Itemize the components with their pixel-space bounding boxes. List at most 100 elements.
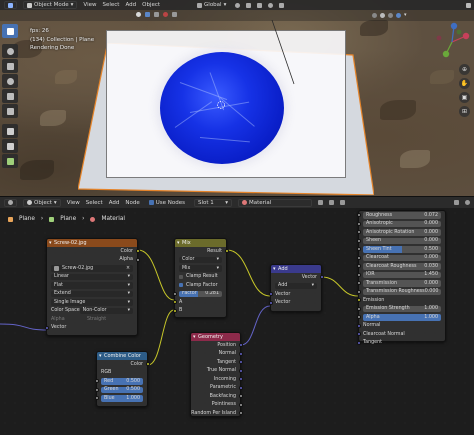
socket-output[interactable] bbox=[135, 249, 140, 254]
socket-input[interactable] bbox=[356, 213, 361, 218]
socket-input[interactable] bbox=[268, 300, 273, 305]
visibility-icon[interactable] bbox=[136, 12, 141, 17]
transmission-roughness-field[interactable]: Transmission Roughness 0.000 bbox=[363, 288, 441, 295]
scale-tool[interactable] bbox=[2, 89, 18, 103]
transform-tool[interactable] bbox=[2, 104, 18, 118]
image-texture-node[interactable]: Screw-02.jpg Color Alpha Screw-02.jpg × … bbox=[44, 238, 140, 336]
shader-type-selector[interactable]: Object ▾ bbox=[23, 198, 61, 207]
copy-material-icon[interactable] bbox=[328, 200, 334, 205]
socket-output[interactable] bbox=[319, 275, 324, 280]
overlay-icon[interactable] bbox=[465, 200, 470, 205]
socket-output[interactable] bbox=[238, 343, 243, 348]
socket-input[interactable] bbox=[172, 300, 177, 305]
move-tool[interactable] bbox=[2, 59, 18, 73]
color-space-dropdown[interactable]: Non-Color ▾ bbox=[79, 307, 133, 314]
use-nodes-toggle[interactable]: Use Nodes bbox=[146, 199, 188, 207]
menu-add[interactable]: Add bbox=[125, 2, 136, 8]
wireframe-shading-icon[interactable] bbox=[372, 12, 377, 18]
xray-icon[interactable] bbox=[172, 12, 177, 17]
perspective-grid-icon[interactable]: ⊞ bbox=[459, 106, 470, 117]
socket-output[interactable] bbox=[145, 362, 150, 367]
transform-orientation[interactable]: Global ▾ bbox=[194, 1, 229, 9]
alpha-field[interactable]: Alpha 1.000 bbox=[363, 314, 441, 321]
close-icon[interactable]: × bbox=[126, 266, 130, 271]
node-title[interactable]: Add bbox=[271, 265, 321, 273]
sheen-field[interactable]: Sheen 0.000 bbox=[363, 237, 441, 244]
socket-output[interactable] bbox=[238, 394, 243, 399]
menu-select[interactable]: Select bbox=[102, 2, 119, 8]
principled-bsdf-node[interactable]: Roughness 0.072 Anisotropic 0.000 Anisotro… bbox=[356, 210, 446, 345]
rendered-shading-icon[interactable] bbox=[396, 12, 401, 18]
node-title[interactable]: Combine Color bbox=[97, 352, 147, 360]
data-type-dropdown[interactable]: Color ▾ bbox=[179, 256, 222, 263]
socket-input[interactable] bbox=[356, 264, 361, 269]
clearcoat-field[interactable]: Clearcoat 0.000 bbox=[363, 254, 441, 261]
grid-snap-icon[interactable] bbox=[257, 2, 263, 8]
slot-selector[interactable]: Slot 1 ▾ bbox=[193, 198, 232, 207]
socket-input[interactable] bbox=[94, 396, 99, 401]
transmission-field[interactable]: Transmission 0.000 bbox=[363, 280, 441, 287]
socket-input[interactable] bbox=[356, 289, 361, 294]
socket-input[interactable] bbox=[356, 230, 361, 235]
socket-output[interactable] bbox=[238, 402, 243, 407]
zoom-icon[interactable]: ⊕ bbox=[459, 64, 470, 75]
camera-view-icon[interactable]: ▣ bbox=[459, 92, 470, 103]
mode-label[interactable]: RGB bbox=[97, 369, 147, 378]
pin-icon[interactable] bbox=[454, 200, 459, 205]
menu-view[interactable]: View bbox=[83, 2, 96, 8]
node-canvas[interactable]: Plane › Plane › Material Screw-02.jpg Co… bbox=[0, 208, 474, 435]
gizmo-toggle-icon[interactable] bbox=[154, 12, 159, 17]
interpolation-dropdown[interactable]: Linear ▾ bbox=[51, 273, 133, 280]
x-axis-icon[interactable] bbox=[462, 32, 470, 40]
menu-node[interactable]: Node bbox=[125, 200, 139, 206]
overlay-icon[interactable] bbox=[163, 12, 168, 17]
select-box-tool[interactable] bbox=[2, 24, 18, 38]
image-selector[interactable]: Screw-02.jpg × bbox=[51, 265, 133, 272]
socket-input[interactable] bbox=[44, 325, 49, 330]
socket-input[interactable] bbox=[356, 298, 361, 303]
clamp-factor-checkbox[interactable]: Clamp Factor bbox=[175, 281, 226, 290]
roughness-field[interactable]: Roughness 0.072 bbox=[363, 212, 441, 219]
socket-output[interactable] bbox=[224, 249, 229, 254]
extension-dropdown[interactable]: Extend ▾ bbox=[51, 290, 133, 297]
socket-input[interactable] bbox=[172, 308, 177, 313]
socket-input[interactable] bbox=[356, 306, 361, 311]
menu-view[interactable]: View bbox=[67, 200, 80, 206]
annotate-tool[interactable] bbox=[2, 124, 18, 138]
source-dropdown[interactable]: Single Image ▾ bbox=[51, 299, 133, 306]
solid-shading-icon[interactable] bbox=[380, 12, 385, 18]
socket-input[interactable] bbox=[356, 323, 361, 328]
snap-icon[interactable] bbox=[246, 2, 252, 8]
blend-type-dropdown[interactable]: Mix ▾ bbox=[179, 265, 222, 272]
editor-type-button[interactable] bbox=[4, 1, 17, 9]
editor-type-button[interactable] bbox=[4, 198, 17, 207]
emission-strength-field[interactable]: Emission Strength 1.000 bbox=[363, 305, 441, 312]
node-title[interactable]: Geometry bbox=[191, 333, 240, 341]
navigation-gizmo[interactable] bbox=[432, 22, 472, 62]
material-selector[interactable]: Material bbox=[237, 198, 312, 207]
socket-input[interactable] bbox=[356, 281, 361, 286]
menu-add[interactable]: Add bbox=[109, 200, 120, 206]
sheen-tint-field[interactable]: Sheen Tint 0.500 bbox=[363, 246, 441, 253]
combine-color-node[interactable]: Combine Color Color RGB Red 0.500 Green 0.… bbox=[94, 351, 150, 407]
pan-hand-icon[interactable]: ✋ bbox=[459, 78, 470, 89]
node-title[interactable]: Mix bbox=[175, 239, 226, 247]
menu-object[interactable]: Object bbox=[142, 2, 160, 8]
proportional-edit-icon[interactable] bbox=[268, 2, 274, 8]
anisotropic-rotation-field[interactable]: Anisotropic Rotation 0.000 bbox=[363, 229, 441, 236]
blue-field[interactable]: Blue 1.000 bbox=[101, 395, 143, 402]
socket-input[interactable] bbox=[268, 292, 273, 297]
clamp-result-checkbox[interactable]: Clamp Result bbox=[175, 273, 226, 282]
socket-input[interactable] bbox=[356, 272, 361, 277]
operation-dropdown[interactable]: Add ▾ bbox=[275, 282, 317, 289]
socket-input[interactable] bbox=[356, 247, 361, 252]
add-cube-tool[interactable] bbox=[2, 154, 18, 168]
red-field[interactable]: Red 0.500 bbox=[101, 378, 143, 385]
node-title[interactable]: Screw-02.jpg bbox=[47, 239, 137, 247]
projection-dropdown[interactable]: Flat ▾ bbox=[51, 282, 133, 289]
green-field[interactable]: Green 0.500 bbox=[101, 386, 143, 393]
socket-output[interactable] bbox=[238, 360, 243, 365]
vector-add-node[interactable]: Add Vector Add ▾ Vector Vector bbox=[268, 264, 324, 312]
socket-output[interactable] bbox=[238, 411, 243, 416]
socket-input[interactable] bbox=[356, 340, 361, 345]
